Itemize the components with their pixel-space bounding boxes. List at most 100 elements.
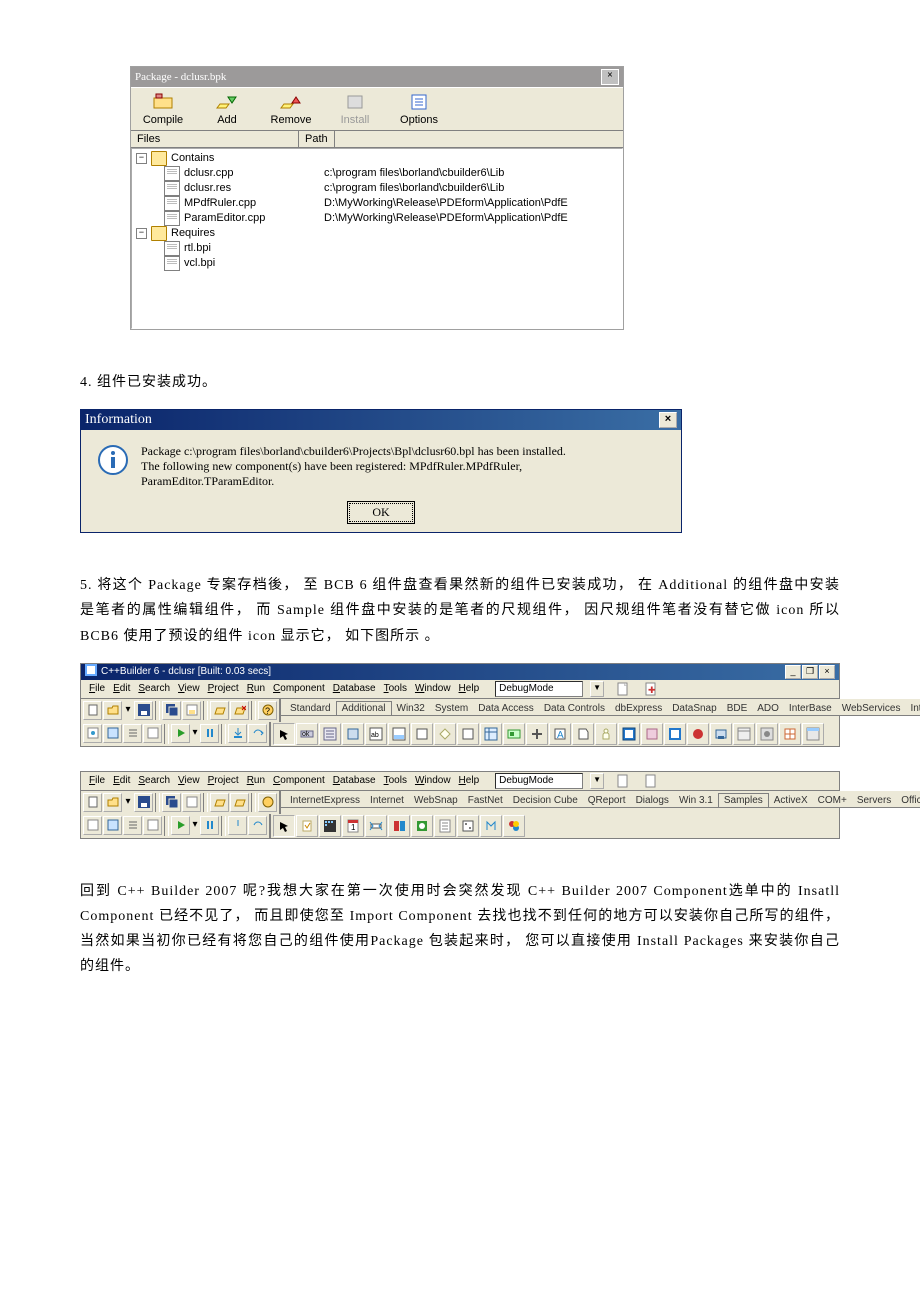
chevron-down-icon[interactable]: ▾ xyxy=(123,701,133,718)
menu-view[interactable]: View xyxy=(178,683,200,694)
ide-menubar[interactable]: File Edit Search View Project Run Compon… xyxy=(81,772,839,791)
trace-into-icon[interactable] xyxy=(228,724,247,743)
tab-interbase[interactable]: InterBase xyxy=(784,702,837,715)
tab-samples[interactable]: Samples xyxy=(718,793,769,808)
menu-window[interactable]: Window xyxy=(415,683,451,694)
component-icon[interactable] xyxy=(618,723,640,745)
menu-help[interactable]: Help xyxy=(459,683,480,694)
component-icon[interactable] xyxy=(434,815,456,837)
component-icon[interactable]: ok xyxy=(296,723,318,745)
component-icon[interactable] xyxy=(319,723,341,745)
menu-edit[interactable]: Edit xyxy=(113,683,130,694)
tab-dataaccess[interactable]: Data Access xyxy=(473,702,539,715)
config-combo[interactable]: DebugMode xyxy=(495,681,583,697)
menu-run[interactable]: Run xyxy=(247,683,265,694)
tab-internetexpress[interactable]: InternetExpress xyxy=(285,794,365,807)
component-icon[interactable]: A xyxy=(549,723,571,745)
menu-help[interactable]: Help xyxy=(459,775,480,786)
component-icon[interactable] xyxy=(756,723,778,745)
component-icon[interactable] xyxy=(572,723,594,745)
tab-standard[interactable]: Standard xyxy=(285,702,336,715)
tab-complus[interactable]: COM+ xyxy=(813,794,852,807)
tab-fastnet[interactable]: FastNet xyxy=(463,794,508,807)
menu-search[interactable]: Search xyxy=(138,683,170,694)
menu-tools[interactable]: Tools xyxy=(384,683,407,694)
component-icon[interactable] xyxy=(388,815,410,837)
saveall-icon[interactable] xyxy=(162,701,181,720)
ok-button[interactable]: OK xyxy=(349,503,412,522)
open-project-icon[interactable] xyxy=(182,793,201,812)
tab-system[interactable]: System xyxy=(430,702,473,715)
save-icon[interactable] xyxy=(134,701,153,720)
menu-edit[interactable]: Edit xyxy=(113,775,130,786)
component-icon[interactable] xyxy=(779,723,801,745)
tab-win31[interactable]: Win 3.1 xyxy=(674,794,718,807)
open-icon[interactable] xyxy=(103,701,122,720)
chevron-down-icon[interactable]: ▾ xyxy=(191,816,199,833)
tree-item[interactable]: dclusr.cpp xyxy=(184,166,324,181)
view-form-icon[interactable] xyxy=(103,816,122,835)
ide-menubar[interactable]: File Edit Search View Project Run Compon… xyxy=(81,680,839,699)
arrow-select-icon[interactable] xyxy=(273,815,295,837)
component-icon[interactable] xyxy=(802,723,824,745)
view-form-icon[interactable] xyxy=(103,724,122,743)
tree-item[interactable]: rtl.bpi xyxy=(184,241,324,256)
help-icon[interactable]: ? xyxy=(258,701,277,720)
component-icon[interactable] xyxy=(388,723,410,745)
component-icon[interactable] xyxy=(342,723,364,745)
tree-node-requires[interactable]: Requires xyxy=(171,226,311,241)
component-icon[interactable] xyxy=(687,723,709,745)
component-icon[interactable] xyxy=(664,723,686,745)
new-form-icon[interactable] xyxy=(143,816,162,835)
tab-datasnap[interactable]: DataSnap xyxy=(667,702,721,715)
menu-component[interactable]: Component xyxy=(273,775,325,786)
package-tree[interactable]: − Contains dclusr.cpp c:\program files\b… xyxy=(131,148,623,329)
tab-servers[interactable]: Servers xyxy=(852,794,896,807)
chevron-down-icon[interactable]: ▼ xyxy=(590,681,604,697)
tree-item[interactable]: MPdfRuler.cpp xyxy=(184,196,324,211)
menu-project[interactable]: Project xyxy=(208,775,239,786)
help-icon[interactable] xyxy=(258,793,277,812)
arrow-select-icon[interactable] xyxy=(273,723,295,745)
tab-internetex[interactable]: InternetEx xyxy=(905,702,920,715)
doc-add-icon[interactable] xyxy=(642,773,660,789)
tab-decisioncube[interactable]: Decision Cube xyxy=(508,794,583,807)
component-icon[interactable] xyxy=(434,723,456,745)
tab-bde[interactable]: BDE xyxy=(722,702,753,715)
menu-view[interactable]: View xyxy=(178,775,200,786)
tab-webservices[interactable]: WebServices xyxy=(837,702,906,715)
component-icon[interactable] xyxy=(480,815,502,837)
pause-icon[interactable] xyxy=(200,816,219,835)
pause-icon[interactable] xyxy=(200,724,219,743)
tab-qreport[interactable]: QReport xyxy=(583,794,631,807)
component-icon[interactable] xyxy=(595,723,617,745)
run-icon[interactable] xyxy=(171,724,190,743)
remove-file-icon[interactable] xyxy=(230,793,249,812)
doc-add-icon[interactable]: ✚ xyxy=(642,681,660,697)
menu-file[interactable]: File xyxy=(89,683,105,694)
menu-database[interactable]: Database xyxy=(333,683,376,694)
saveall-icon[interactable] xyxy=(162,793,181,812)
toggle-icon[interactable] xyxy=(123,724,142,743)
doc-icon[interactable] xyxy=(614,773,632,789)
tab-ado[interactable]: ADO xyxy=(752,702,784,715)
remove-button[interactable]: Remove xyxy=(259,92,323,126)
component-icon[interactable]: ab xyxy=(365,723,387,745)
component-icon[interactable] xyxy=(733,723,755,745)
component-icon[interactable] xyxy=(457,723,479,745)
palette-tabs-row2[interactable]: InternetExpress Internet WebSnap FastNet… xyxy=(281,791,920,808)
chevron-down-icon[interactable]: ▾ xyxy=(123,793,133,810)
tab-win32[interactable]: Win32 xyxy=(392,702,430,715)
minimize-icon[interactable]: _ xyxy=(785,665,801,679)
tree-item[interactable]: vcl.bpi xyxy=(184,256,324,271)
tree-node-contains[interactable]: Contains xyxy=(171,151,311,166)
component-icon[interactable] xyxy=(411,723,433,745)
chevron-down-icon[interactable]: ▼ xyxy=(590,773,604,789)
save-icon[interactable] xyxy=(134,793,153,812)
component-icon[interactable]: 1 xyxy=(342,815,364,837)
component-icon[interactable] xyxy=(641,723,663,745)
add-file-icon[interactable] xyxy=(210,701,229,720)
menu-project[interactable]: Project xyxy=(208,683,239,694)
menu-database[interactable]: Database xyxy=(333,775,376,786)
component-icon[interactable] xyxy=(319,815,341,837)
